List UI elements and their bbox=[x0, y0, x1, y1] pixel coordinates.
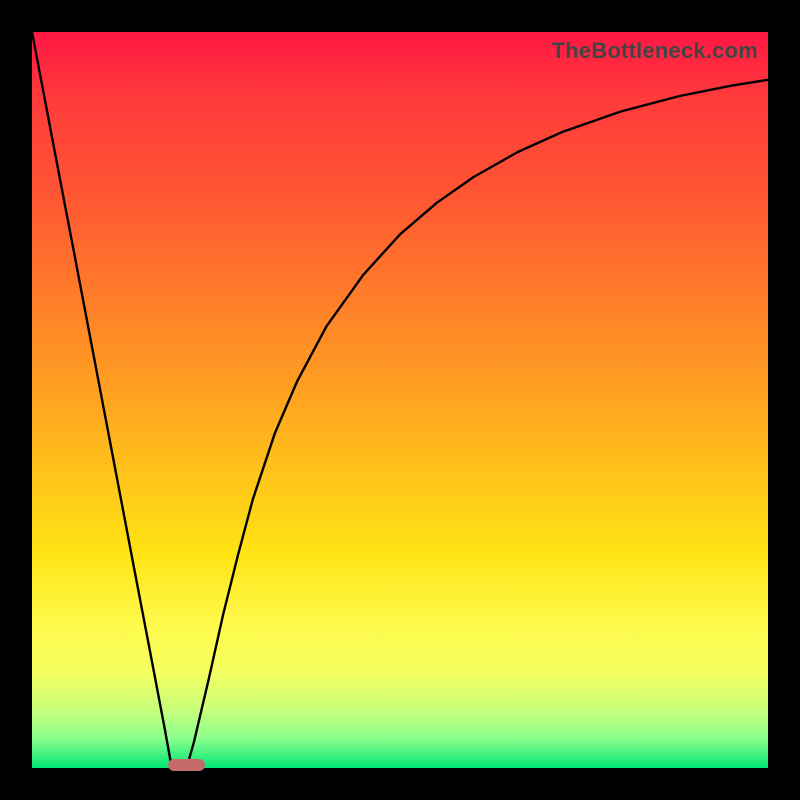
chart-frame: TheBottleneck.com bbox=[0, 0, 800, 800]
chart-plot-area: TheBottleneck.com bbox=[32, 32, 768, 768]
bottleneck-curve bbox=[32, 32, 768, 768]
curve-path bbox=[32, 32, 768, 768]
optimal-marker bbox=[168, 759, 205, 771]
